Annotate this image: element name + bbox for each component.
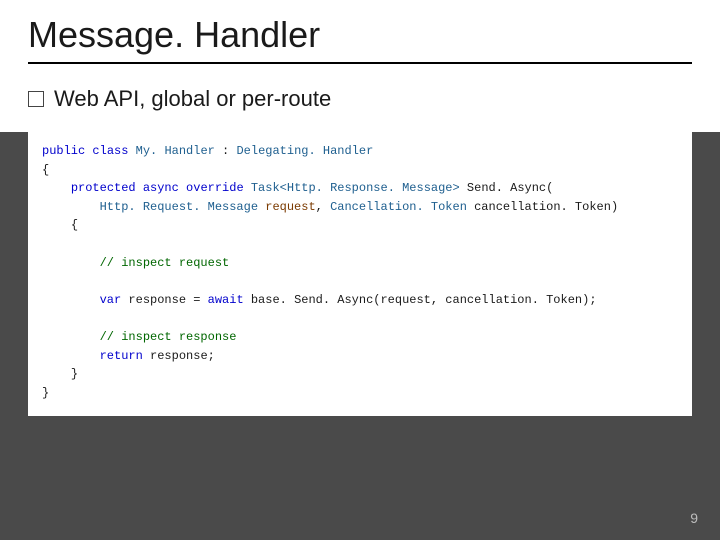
code-token: var — [100, 293, 122, 307]
slide: Message. Handler Web API, global or per-… — [0, 0, 720, 540]
square-bullet-icon — [28, 91, 44, 107]
code-block: public class My. Handler : Delegating. H… — [28, 132, 692, 416]
code-token: ) — [611, 200, 618, 214]
code-token: : — [215, 144, 237, 158]
code-token: protected — [71, 181, 136, 195]
code-token: ( — [546, 181, 553, 195]
code-token: base. Send. Async(request, cancellation.… — [244, 293, 597, 307]
code-token: { — [71, 218, 78, 232]
bullet-area: Web API, global or per-route — [0, 74, 720, 132]
code-token: await — [208, 293, 244, 307]
code-token: // inspect request — [100, 256, 230, 270]
code-token: , — [316, 200, 330, 214]
code-token: = — [186, 293, 208, 307]
code-token: Http. Response. Message — [287, 181, 453, 195]
code-token: Send. Async — [467, 181, 546, 195]
code-token: Cancellation. Token — [330, 200, 467, 214]
code-token: // inspect response — [100, 330, 237, 344]
code-token: } — [71, 367, 78, 381]
code-token: request — [265, 200, 315, 214]
bullet-row: Web API, global or per-route — [28, 86, 692, 112]
code-token: } — [42, 386, 49, 400]
bullet-text: Web API, global or per-route — [54, 86, 331, 112]
code-token: override — [186, 181, 244, 195]
title-underline — [28, 62, 692, 64]
code-token: { — [42, 163, 49, 177]
code-token: response — [128, 293, 186, 307]
code-token: Http. Request. Message — [100, 200, 258, 214]
slide-title: Message. Handler — [28, 14, 692, 56]
code-token: Task< — [251, 181, 287, 195]
code-token: Delegating. Handler — [236, 144, 373, 158]
code-token: class — [92, 144, 128, 158]
code-token: cancellation. Token — [474, 200, 611, 214]
code-token: async — [143, 181, 179, 195]
code-token: My. Handler — [136, 144, 215, 158]
code-token: > — [453, 181, 460, 195]
code-token: response; — [143, 349, 215, 363]
page-number: 9 — [690, 510, 698, 526]
title-area: Message. Handler — [0, 0, 720, 74]
code-token: public — [42, 144, 85, 158]
code-token: return — [100, 349, 143, 363]
